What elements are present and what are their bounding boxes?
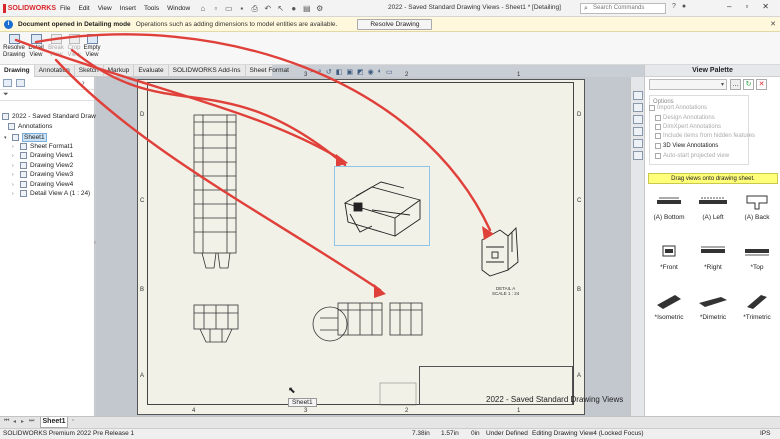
product-version: SOLIDWORKS Premium 2022 Pre Release 1 bbox=[3, 430, 135, 437]
solidworks-resources-icon[interactable] bbox=[633, 91, 643, 100]
view-palette: View Palette ▾ … ↻ ✕ Options Import Anno… bbox=[644, 65, 780, 416]
chevron-down-icon: ▾ bbox=[720, 82, 724, 88]
z-coordinate: 0in bbox=[471, 430, 480, 437]
palette-view-top[interactable]: *Top bbox=[737, 241, 777, 271]
browse-icon[interactable]: … bbox=[730, 79, 741, 90]
detail-view-label: DETAIL A SCALE 1 : 24 bbox=[492, 286, 520, 296]
palette-view-front[interactable]: *Front bbox=[649, 241, 689, 271]
import-annotations-checkbox[interactable]: Import Annotations bbox=[649, 105, 707, 111]
drawing-view3-selection-box[interactable] bbox=[334, 166, 430, 246]
palette-view-bottom[interactable]: (A) Bottom bbox=[649, 191, 689, 221]
add-sheet-icon[interactable]: ▫ bbox=[72, 418, 74, 424]
next-sheet-icon[interactable]: ▸ bbox=[21, 418, 24, 425]
last-sheet-icon[interactable]: ⏭ bbox=[29, 418, 34, 425]
palette-view-trimetric[interactable]: *Trimetric bbox=[737, 291, 777, 321]
drag-cursor-icon: ⬉ bbox=[288, 385, 296, 395]
view-palette-tab-icon[interactable] bbox=[633, 127, 643, 136]
palette-view-right[interactable]: *Right bbox=[693, 241, 733, 271]
auto-start-projected-view-checkbox[interactable]: Auto-start projected view bbox=[655, 153, 729, 159]
units-system[interactable]: IPS bbox=[760, 430, 770, 437]
drag-tooltip: Sheet1 bbox=[288, 398, 317, 407]
sketch-state: Under Defined bbox=[486, 430, 528, 437]
design-library-icon[interactable] bbox=[633, 103, 643, 112]
custom-properties-icon[interactable] bbox=[633, 151, 643, 160]
design-annotations-checkbox[interactable]: Design Annotations bbox=[655, 115, 715, 121]
view-palette-title: View Palette bbox=[645, 65, 780, 77]
editing-status: Editing Drawing View4 (Locked Focus) bbox=[532, 430, 644, 437]
revision-table bbox=[379, 382, 417, 406]
first-sheet-icon[interactable]: ⏮ bbox=[4, 418, 9, 425]
task-pane-tabs bbox=[630, 77, 644, 416]
appearances-icon[interactable] bbox=[633, 139, 643, 148]
file-explorer-icon[interactable] bbox=[633, 115, 643, 124]
clear-all-icon[interactable]: ✕ bbox=[756, 79, 767, 90]
y-coordinate: 1.57in bbox=[441, 430, 459, 437]
annotation-arrows bbox=[14, 33, 492, 292]
sheet1-tab[interactable]: Sheet1 bbox=[40, 417, 68, 428]
refresh-icon[interactable]: ↻ bbox=[743, 79, 754, 90]
palette-view-left[interactable]: (A) Left bbox=[693, 191, 733, 221]
title-block-drawing-name: 2022 - Saved Standard Drawing Views bbox=[486, 395, 624, 404]
x-coordinate: 7.38in bbox=[412, 430, 430, 437]
drawing-view1 bbox=[193, 114, 237, 269]
drawing-view4 bbox=[312, 302, 423, 342]
document-dropdown[interactable]: ▾ bbox=[649, 79, 727, 90]
sheet-tabs-bar: ⏮ ◂ ▸ ⏭ Sheet1 ▫ bbox=[0, 416, 780, 428]
palette-view-dimetric[interactable]: *Dimetric bbox=[693, 291, 733, 321]
dimxpert-annotations-checkbox[interactable]: DimXpert Annotations bbox=[655, 124, 721, 130]
hidden-features-checkbox[interactable]: Include items from hidden features bbox=[655, 133, 755, 139]
3d-view-annotations-checkbox[interactable]: 3D View Annotations bbox=[655, 143, 718, 149]
prev-sheet-icon[interactable]: ◂ bbox=[13, 418, 16, 425]
status-bar: SOLIDWORKS Premium 2022 Pre Release 1 7.… bbox=[0, 428, 780, 439]
palette-view-back[interactable]: (A) Back bbox=[737, 191, 777, 221]
palette-view-isometric[interactable]: *Isometric bbox=[649, 291, 689, 321]
drag-views-hint: Drag views onto drawing sheet. bbox=[648, 173, 778, 184]
drawing-view2 bbox=[193, 304, 239, 343]
